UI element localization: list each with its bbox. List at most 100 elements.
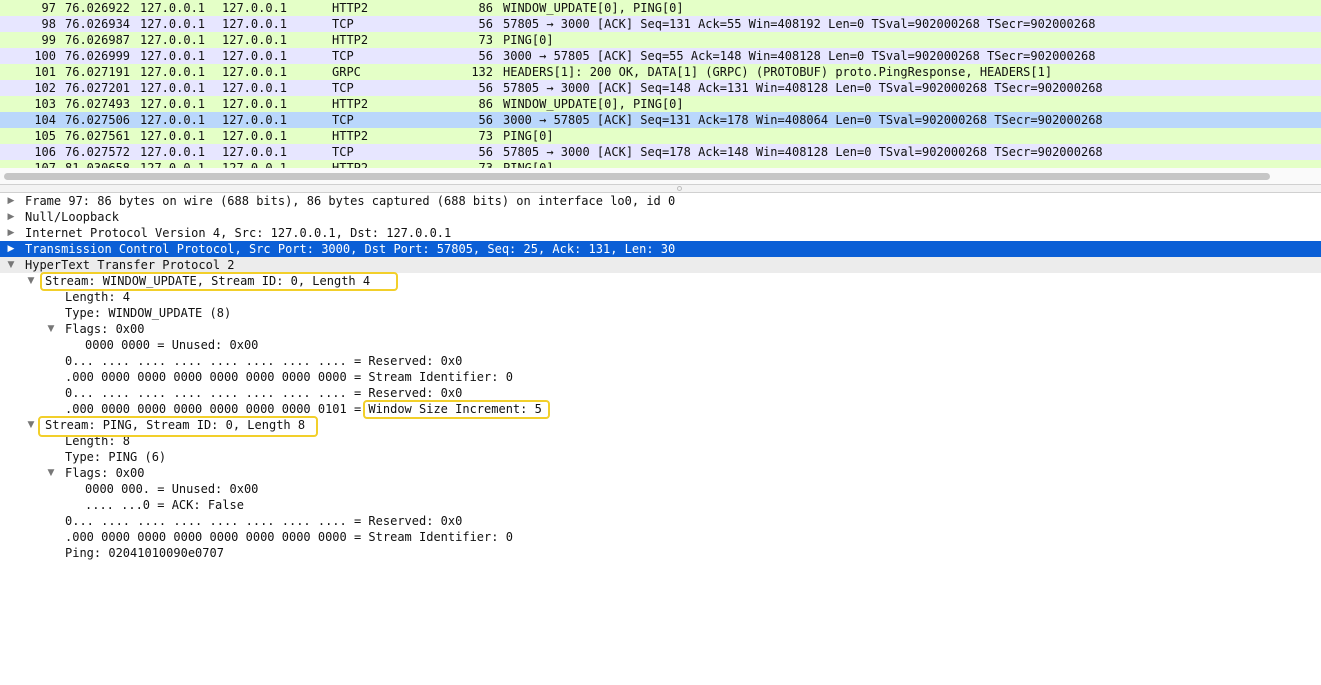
tree-item[interactable]: ▼ HyperText Transfer Protocol 2 — [0, 257, 1321, 273]
triangle-down-icon[interactable]: ▼ — [26, 417, 36, 433]
packet-dst-cell: 127.0.0.1 — [222, 113, 288, 127]
packet-len-cell: 132 — [471, 65, 493, 79]
packet-info-cell: PING[0] — [503, 33, 554, 47]
packet-row[interactable]: 98 76.026934 127.0.0.1 127.0.0.1 TCP 56 57805 … — [0, 16, 1321, 32]
packet-proto-cell: TCP — [332, 113, 354, 127]
tree-item-label: Flags: 0x00 — [65, 322, 145, 336]
packet-len-cell: 73 — [478, 161, 493, 168]
packet-info-cell: WINDOW_UPDATE[0], PING[0] — [503, 1, 684, 15]
packet-dst-cell: 127.0.0.1 — [222, 33, 288, 47]
packet-len-cell: 86 — [478, 97, 493, 111]
packet-row[interactable]: 99 76.026987 127.0.0.1 127.0.0.1 HTTP2 73 PING… — [0, 32, 1321, 48]
tree-item[interactable]: ▼ Stream: PING, Stream ID: 0, Length 8 — [0, 417, 1321, 433]
packet-info-cell: WINDOW_UPDATE[0], PING[0] — [503, 97, 684, 111]
scrollbar-thumb[interactable] — [4, 173, 1270, 180]
tree-item-label: 0000 000. = Unused: 0x00 — [85, 482, 259, 496]
tree-item[interactable]: Type: PING (6) — [0, 449, 1321, 465]
tree-item[interactable]: .... ...0 = ACK: False — [0, 497, 1321, 513]
packet-list-horizontal-scrollbar[interactable] — [0, 168, 1321, 184]
tree-item[interactable]: ▶ Transmission Control Protocol, Src Port… — [0, 241, 1321, 257]
triangle-down-icon[interactable]: ▼ — [46, 465, 56, 481]
packet-proto-cell: GRPC — [332, 65, 361, 79]
packet-len-cell: 56 — [478, 49, 493, 63]
packet-info-cell: 3000 → 57805 [ACK] Seq=131 Ack=178 Win=4… — [503, 113, 1103, 127]
tree-item[interactable]: 0000 000. = Unused: 0x00 — [0, 481, 1321, 497]
tree-item[interactable]: ▶ Internet Protocol Version 4, Src: 127.0… — [0, 225, 1321, 241]
tree-item[interactable]: ▶ Frame 97: 86 bytes on wire (688 bits), … — [0, 193, 1321, 209]
packet-len-cell: 56 — [478, 17, 493, 31]
packet-proto-cell: HTTP2 — [332, 161, 369, 168]
triangle-right-icon[interactable]: ▶ — [6, 225, 16, 241]
packet-row[interactable]: 101 76.027191 127.0.0.1 127.0.0.1 GRPC 132 HEA… — [0, 64, 1321, 80]
tree-item[interactable]: Length: 4 — [0, 289, 1321, 305]
splitter-grip-icon[interactable] — [677, 186, 682, 191]
packet-time-cell: 76.027506 — [65, 113, 131, 127]
tree-item[interactable]: Type: WINDOW_UPDATE (8) — [0, 305, 1321, 321]
packet-info-cell: 3000 → 57805 [ACK] Seq=55 Ack=148 Win=40… — [503, 49, 1096, 63]
tree-item[interactable]: 0000 0000 = Unused: 0x00 — [0, 337, 1321, 353]
packet-src-cell: 127.0.0.1 — [140, 161, 206, 168]
triangle-down-icon[interactable]: ▼ — [6, 257, 16, 273]
packet-time-cell: 76.026987 — [65, 33, 131, 47]
packet-src-cell: 127.0.0.1 — [140, 145, 206, 159]
packet-row[interactable]: 104 76.027506 127.0.0.1 127.0.0.1 TCP 56 3000 … — [0, 112, 1321, 128]
packet-row[interactable]: 97 76.026922 127.0.0.1 127.0.0.1 HTTP2 86 WIND… — [0, 0, 1321, 16]
triangle-down-icon[interactable]: ▼ — [46, 321, 56, 337]
tree-item[interactable]: .000 0000 0000 0000 0000 0000 0000 0101 … — [0, 401, 1321, 417]
packet-len-cell: 86 — [478, 1, 493, 15]
packet-row[interactable]: 102 76.027201 127.0.0.1 127.0.0.1 TCP 56 57805… — [0, 80, 1321, 96]
tree-item[interactable]: 0... .... .... .... .... .... .... .... … — [0, 513, 1321, 529]
packet-list[interactable]: 97 76.026922 127.0.0.1 127.0.0.1 HTTP2 86 WIND… — [0, 0, 1321, 168]
packet-row[interactable]: 105 76.027561 127.0.0.1 127.0.0.1 HTTP2 73 PIN… — [0, 128, 1321, 144]
packet-time-cell: 76.027561 — [65, 129, 131, 143]
triangle-right-icon[interactable]: ▶ — [6, 193, 16, 209]
packet-time-cell: 76.027191 — [65, 65, 131, 79]
packet-dst-cell: 127.0.0.1 — [222, 129, 288, 143]
tree-item-label: Internet Protocol Version 4, Src: 127.0.… — [25, 226, 452, 240]
tree-item[interactable]: ▶ Null/Loopback — [0, 209, 1321, 225]
tree-item-label: .000 0000 0000 0000 0000 0000 0000 0101 … — [65, 402, 542, 416]
packet-proto-cell: HTTP2 — [332, 129, 369, 143]
tree-item-label: Type: PING (6) — [65, 450, 167, 464]
tree-item[interactable]: ▼ Stream: WINDOW_UPDATE, Stream ID: 0, Le… — [0, 273, 1321, 289]
packet-row[interactable]: 106 76.027572 127.0.0.1 127.0.0.1 TCP 56 57805… — [0, 144, 1321, 160]
packet-src-cell: 127.0.0.1 — [140, 113, 206, 127]
tree-item[interactable]: 0... .... .... .... .... .... .... .... … — [0, 353, 1321, 369]
packet-row[interactable]: 107 81.030658 127.0.0.1 127.0.0.1 HTTP2 73 PIN… — [0, 160, 1321, 168]
tree-item-label: Type: WINDOW_UPDATE (8) — [65, 306, 232, 320]
packet-src-cell: 127.0.0.1 — [140, 97, 206, 111]
triangle-right-icon[interactable]: ▶ — [6, 209, 16, 225]
packet-time-cell: 81.030658 — [65, 161, 131, 168]
tree-item[interactable]: .000 0000 0000 0000 0000 0000 0000 0000 … — [0, 529, 1321, 545]
packet-no-cell: 98 — [41, 17, 56, 31]
triangle-right-icon[interactable]: ▶ — [6, 241, 16, 257]
tree-item[interactable]: ▼ Flags: 0x00 — [0, 465, 1321, 481]
packet-src-cell: 127.0.0.1 — [140, 129, 206, 143]
packet-src-cell: 127.0.0.1 — [140, 81, 206, 95]
packet-no-cell: 106 — [34, 145, 56, 159]
packet-src-cell: 127.0.0.1 — [140, 1, 206, 15]
tree-item[interactable]: Ping: 02041010090e0707 — [0, 545, 1321, 561]
packet-proto-cell: HTTP2 — [332, 33, 369, 47]
packet-time-cell: 76.027493 — [65, 97, 131, 111]
tree-item-label: .... ...0 = ACK: False — [85, 498, 244, 512]
packet-row[interactable]: 100 76.026999 127.0.0.1 127.0.0.1 TCP 56 3000 … — [0, 48, 1321, 64]
pane-splitter[interactable] — [0, 184, 1321, 193]
tree-item-label: 0... .... .... .... .... .... .... .... … — [65, 386, 463, 400]
tree-item[interactable]: 0... .... .... .... .... .... .... .... … — [0, 385, 1321, 401]
tree-item[interactable]: ▼ Flags: 0x00 — [0, 321, 1321, 337]
tree-item[interactable]: Length: 8 — [0, 433, 1321, 449]
packet-no-cell: 104 — [34, 113, 56, 127]
packet-row[interactable]: 103 76.027493 127.0.0.1 127.0.0.1 HTTP2 86 WIN… — [0, 96, 1321, 112]
triangle-down-icon[interactable]: ▼ — [26, 273, 36, 289]
tree-item-label: 0000 0000 = Unused: 0x00 — [85, 338, 259, 352]
tree-item[interactable]: .000 0000 0000 0000 0000 0000 0000 0000 … — [0, 369, 1321, 385]
packet-time-cell: 76.026922 — [65, 1, 131, 15]
packet-no-cell: 102 — [34, 81, 56, 95]
packet-len-cell: 56 — [478, 81, 493, 95]
tree-item-label: Frame 97: 86 bytes on wire (688 bits), 8… — [25, 194, 676, 208]
packet-proto-cell: TCP — [332, 81, 354, 95]
packet-proto-cell: HTTP2 — [332, 1, 369, 15]
packet-details-tree[interactable]: ▶ Frame 97: 86 bytes on wire (688 bits), … — [0, 193, 1321, 685]
tree-item-label: Flags: 0x00 — [65, 466, 145, 480]
